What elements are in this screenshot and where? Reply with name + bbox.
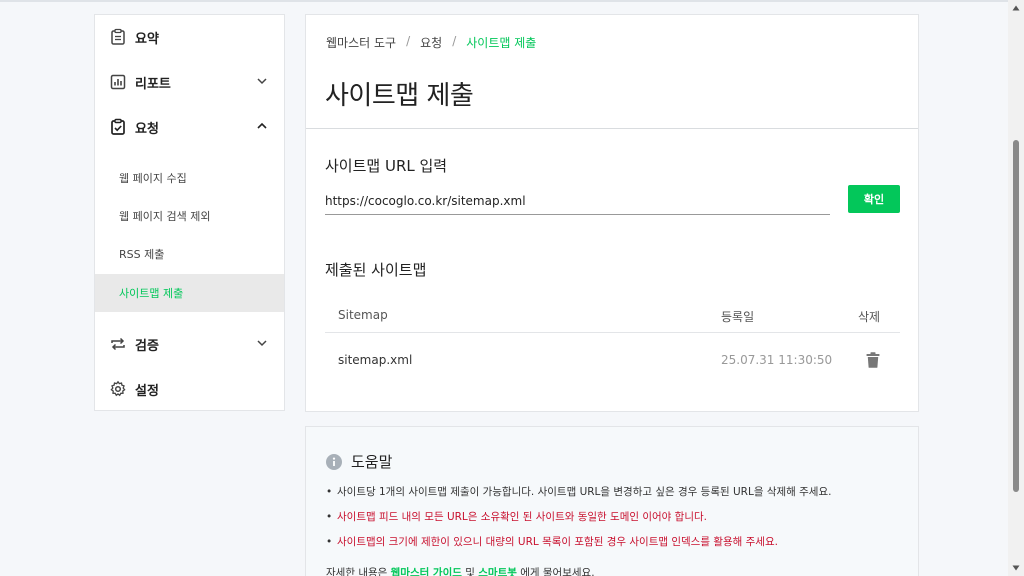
sidebar-subitem-sitemap[interactable]: 사이트맵 제출 — [95, 274, 284, 312]
sidebar-subitem-page-crawl[interactable]: 웹 페이지 수집 — [95, 159, 284, 197]
help-more-prefix: 자세한 내용은 — [326, 567, 391, 576]
help-item-text: 사이트맵의 크기에 제한이 있으니 대량의 URL 목록이 포함된 경우 사이트… — [337, 536, 778, 548]
sidebar-item-summary[interactable]: 요약 — [95, 15, 284, 59]
sidebar-item-request[interactable]: 요청 — [95, 105, 284, 149]
sidebar-item-report[interactable]: 리포트 — [95, 60, 284, 104]
info-icon — [326, 453, 342, 470]
chevron-down-icon — [257, 340, 267, 347]
sidebar-item-label: 리포트 — [135, 76, 171, 92]
chevron-down-icon — [257, 78, 267, 85]
help-item: • 사이트당 1개의 사이트맵 제출이 가능합니다. 사이트맵 URL을 변경하고… — [326, 484, 831, 509]
sidebar-item-label: 요청 — [135, 121, 159, 137]
scrollbar[interactable] — [1008, 0, 1024, 576]
sidebar-item-label: 설정 — [135, 383, 159, 399]
checkbox-clipboard-icon — [109, 118, 127, 136]
column-header-sitemap: Sitemap — [338, 308, 388, 322]
confirm-button[interactable]: 확인 — [848, 185, 900, 213]
sidebar-subitem-label: RSS 제출 — [119, 248, 165, 261]
scroll-down-arrow-icon[interactable] — [1012, 564, 1020, 572]
sidebar-item-label: 검증 — [135, 338, 159, 354]
breadcrumb-item-current: 사이트맵 제출 — [466, 36, 537, 50]
help-more-suffix: 에게 물어보세요. — [516, 567, 595, 576]
help-title: 도움말 — [326, 451, 392, 472]
repeat-icon — [109, 335, 127, 353]
sitemap-url-input[interactable] — [325, 187, 830, 215]
scrollbar-thumb[interactable] — [1013, 140, 1019, 492]
breadcrumb: 웹마스터 도구 / 요청 / 사이트맵 제출 — [326, 34, 536, 51]
sidebar-subitem-rss[interactable]: RSS 제출 — [95, 235, 284, 273]
sidebar-item-settings[interactable]: 설정 — [95, 367, 284, 411]
breadcrumb-separator: / — [452, 34, 457, 48]
gear-icon — [109, 380, 127, 398]
sitemap-date: 25.07.31 11:30:50 — [721, 353, 833, 367]
help-item-warning: • 사이트맵의 크기에 제한이 있으니 대량의 URL 목록이 포함된 경우 사이… — [326, 534, 831, 559]
column-header-delete: 삭제 — [858, 310, 881, 324]
divider — [306, 128, 918, 129]
webmaster-guide-link[interactable]: 웹마스터 가이드 — [391, 567, 462, 576]
sidebar-subitem-label: 웹 페이지 수집 — [119, 172, 187, 185]
breadcrumb-separator: / — [406, 34, 411, 48]
breadcrumb-item-request[interactable]: 요청 — [420, 34, 442, 51]
sidebar-item-verify[interactable]: 검증 — [95, 322, 284, 366]
sitemap-url-label: 사이트맵 URL 입력 — [325, 157, 448, 175]
help-title-text: 도움말 — [351, 453, 393, 471]
trash-icon[interactable] — [866, 352, 880, 368]
help-card: 도움말 • 사이트당 1개의 사이트맵 제출이 가능합니다. 사이트맵 URL을 … — [305, 426, 919, 576]
page-title: 사이트맵 제출 — [325, 81, 474, 111]
table-header: Sitemap 등록일 삭제 — [325, 295, 900, 333]
breadcrumb-item-webmaster[interactable]: 웹마스터 도구 — [326, 34, 396, 51]
sidebar-subitem-page-exclude[interactable]: 웹 페이지 검색 제외 — [95, 197, 284, 235]
main-card: 웹마스터 도구 / 요청 / 사이트맵 제출 사이트맵 제출 사이트맵 URL … — [305, 14, 919, 412]
smartbot-link[interactable]: 스마트봇 — [478, 567, 517, 576]
help-item-warning: • 사이트맵 피드 내의 모든 URL은 소유확인 된 사이트와 동일한 도메인 … — [326, 509, 831, 534]
sidebar-subitem-label: 사이트맵 제출 — [119, 287, 184, 300]
help-more-text: 자세한 내용은 웹마스터 가이드 및 스마트봇 에게 물어보세요. — [326, 565, 595, 576]
help-list: • 사이트당 1개의 사이트맵 제출이 가능합니다. 사이트맵 URL을 변경하고… — [326, 484, 831, 559]
column-header-date: 등록일 — [721, 310, 755, 324]
sitemap-file-name: sitemap.xml — [338, 353, 413, 367]
sidebar: 요약 리포트 요청 웹 페이지 수집 웹 페이지 검색 제외 RSS 제출 사이… — [94, 14, 285, 411]
clipboard-icon — [109, 28, 127, 46]
help-item-text: 사이트맵 피드 내의 모든 URL은 소유확인 된 사이트와 동일한 도메인 이… — [337, 511, 708, 523]
submitted-sitemaps-label: 제출된 사이트맵 — [325, 261, 427, 279]
table-row: sitemap.xml 25.07.31 11:30:50 — [325, 333, 900, 387]
top-border — [0, 0, 1024, 2]
sidebar-item-label: 요약 — [135, 31, 159, 47]
help-more-mid: 및 — [461, 567, 479, 576]
chevron-up-icon — [257, 122, 267, 129]
sidebar-subitem-label: 웹 페이지 검색 제외 — [119, 210, 211, 223]
scroll-up-arrow-icon[interactable] — [1012, 4, 1020, 12]
help-item-text: 사이트당 1개의 사이트맵 제출이 가능합니다. 사이트맵 URL을 변경하고 … — [337, 486, 832, 498]
chart-icon — [109, 73, 127, 91]
